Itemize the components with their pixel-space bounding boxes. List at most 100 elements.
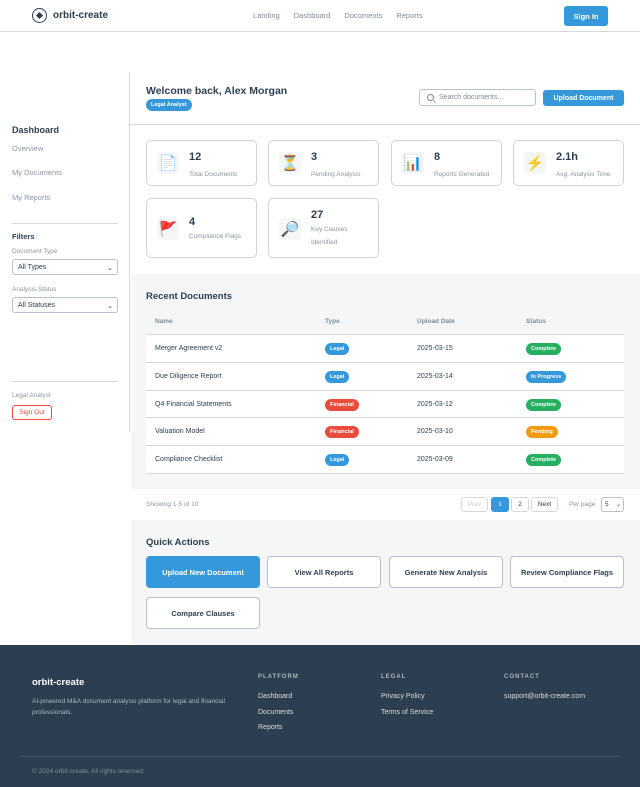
recent-documents-title: Recent Documents: [146, 291, 233, 302]
type-badge: Legal: [325, 454, 350, 467]
nav-reports[interactable]: Reports: [396, 11, 422, 20]
search-placeholder: Search documents...: [439, 94, 504, 101]
brand[interactable]: orbit-create: [32, 8, 108, 23]
chevron-down-icon: ⌄: [615, 502, 621, 508]
upload-date: 2025-03-09: [417, 456, 453, 464]
stat-label: Pending Analysis: [311, 171, 361, 178]
quick-actions-title: Quick Actions: [146, 537, 210, 548]
type-badge: Legal: [325, 370, 350, 383]
table-row[interactable]: Compliance Checklist Legal 2025-03-09 Co…: [146, 446, 624, 474]
footer-brand: orbit-create: [32, 677, 85, 688]
document-type-label: Document Type: [12, 248, 58, 255]
footer-link-dashboard[interactable]: Dashboard: [258, 693, 292, 700]
analysis-status-select[interactable]: All Statuses ⌄: [12, 297, 118, 313]
compare-clauses-button[interactable]: Compare Clauses: [146, 597, 260, 629]
chevron-down-icon: ⌄: [107, 265, 113, 272]
sign-in-button[interactable]: Sign In: [564, 6, 608, 26]
chart-icon: 📊: [402, 152, 424, 174]
document-name[interactable]: Q4 Financial Statements: [155, 401, 232, 408]
next-page-button[interactable]: Next: [531, 497, 558, 512]
sidebar-divider: [12, 381, 118, 382]
nav-landing[interactable]: Landing: [253, 11, 280, 20]
footer-description: AI-powered M&A document analysis platfor…: [32, 698, 225, 716]
footer-platform-heading: PLATFORM: [258, 674, 299, 680]
stat-card-total-documents: 📄 12 Total Documents: [146, 140, 257, 186]
generate-new-analysis-button[interactable]: Generate New Analysis: [389, 556, 503, 588]
user-role: Legal Analyst: [12, 392, 51, 399]
view-all-reports-button[interactable]: View All Reports: [267, 556, 381, 588]
sign-out-button[interactable]: Sign Out: [12, 405, 52, 420]
document-type-select[interactable]: All Types ⌄: [12, 259, 118, 275]
footer-contact-email[interactable]: support@orbit-create.com: [504, 693, 585, 700]
documents-table: Name Type Upload Date Status Merger Agre…: [146, 310, 624, 474]
stat-value: 27: [311, 209, 324, 221]
sidebar-item-my-documents[interactable]: My Documents: [12, 168, 62, 177]
sidebar-item-overview[interactable]: Overview: [12, 144, 43, 153]
stat-label: Total Documents: [189, 171, 238, 178]
footer-link-privacy-policy[interactable]: Privacy Policy: [381, 693, 425, 700]
column-header-upload-date[interactable]: Upload Date: [417, 318, 455, 325]
upload-document-button[interactable]: Upload Document: [543, 90, 624, 106]
document-name[interactable]: Merger Agreement v2: [155, 345, 222, 352]
stat-card-compliance-flags: 🚩 4 Compliance Flags: [146, 198, 257, 258]
column-header-type[interactable]: Type: [325, 318, 340, 325]
search-icon: [427, 94, 434, 101]
document-type-value: All Types: [18, 263, 47, 271]
top-header: orbit-create Landing Dashboard Documents…: [0, 0, 640, 32]
footer-divider: [20, 756, 620, 757]
table-row[interactable]: Valuation Model Financial 2025-03-10 Pen…: [146, 418, 624, 447]
stat-label: Compliance Flags: [189, 233, 242, 240]
magnifier-icon: 🔎: [279, 218, 301, 240]
sidebar-title: Dashboard: [12, 125, 60, 135]
prev-page-button[interactable]: Prev: [461, 497, 488, 512]
document-name[interactable]: Compliance Checklist: [155, 456, 222, 463]
status-badge: In Progress: [526, 370, 567, 383]
nav-dashboard[interactable]: Dashboard: [294, 11, 331, 20]
status-badge: Complete: [526, 343, 562, 355]
sidebar-divider: [12, 223, 118, 224]
table-header: Name Type Upload Date Status: [146, 310, 624, 335]
upload-date: 2025-03-15: [417, 345, 453, 352]
table-row[interactable]: Q4 Financial Statements Financial 2025-0…: [146, 390, 624, 419]
document-name[interactable]: Valuation Model: [155, 428, 205, 435]
status-badge: Complete: [526, 454, 562, 467]
footer: orbit-create AI-powered M&A document ana…: [0, 645, 640, 787]
flag-icon: 🚩: [157, 218, 179, 240]
document-name[interactable]: Due Diligence Report: [155, 373, 222, 380]
per-page-select[interactable]: 5 ⌄: [601, 497, 624, 512]
role-badge: Legal Analyst: [146, 99, 192, 111]
footer-contact-heading: CONTACT: [504, 674, 540, 680]
stat-label: Avg. Analysis Time: [556, 171, 611, 178]
nav-documents[interactable]: Documents: [344, 11, 382, 20]
footer-link-terms-of-service[interactable]: Terms of Service: [381, 709, 433, 716]
stat-card-pending-analysis: ⏳ 3 Pending Analysis: [268, 140, 379, 186]
upload-date: 2025-03-14: [417, 372, 453, 380]
stat-label: Key Clauses Identified: [311, 226, 348, 246]
page-1-button[interactable]: 1: [491, 497, 509, 512]
welcome-heading: Welcome back, Alex Morgan: [146, 85, 288, 97]
footer-legal-heading: LEGAL: [381, 674, 407, 680]
table-row[interactable]: Due Diligence Report Legal 2025-03-14 In…: [146, 362, 624, 391]
status-badge: Complete: [526, 398, 562, 411]
filters-heading: Filters: [12, 232, 35, 241]
sidebar: Dashboard Overview My Documents My Repor…: [0, 72, 130, 432]
stat-value: 3: [311, 151, 318, 163]
footer-link-documents[interactable]: Documents: [258, 709, 293, 716]
review-compliance-flags-button[interactable]: Review Compliance Flags: [510, 556, 624, 588]
sidebar-item-my-reports[interactable]: My Reports: [12, 193, 50, 202]
stat-value: 2.1h: [556, 151, 579, 163]
footer-link-reports[interactable]: Reports: [258, 724, 283, 731]
table-row[interactable]: Merger Agreement v2 Legal 2025-03-15 Com…: [146, 335, 624, 363]
lightning-icon: ⚡: [524, 152, 546, 174]
brand-name: orbit-create: [53, 10, 109, 21]
orbit-logo-icon: [32, 8, 47, 23]
analysis-status-value: All Statuses: [18, 301, 55, 309]
upload-new-document-button[interactable]: Upload New Document: [146, 556, 260, 588]
column-header-status[interactable]: Status: [526, 318, 546, 325]
per-page-value: 5: [605, 501, 609, 508]
stat-card-reports-generated: 📊 8 Reports Generated: [391, 140, 502, 186]
search-input[interactable]: Search documents...: [419, 89, 536, 106]
page-2-button[interactable]: 2: [511, 497, 529, 512]
status-badge: Pending: [526, 426, 558, 439]
column-header-name[interactable]: Name: [155, 318, 173, 325]
